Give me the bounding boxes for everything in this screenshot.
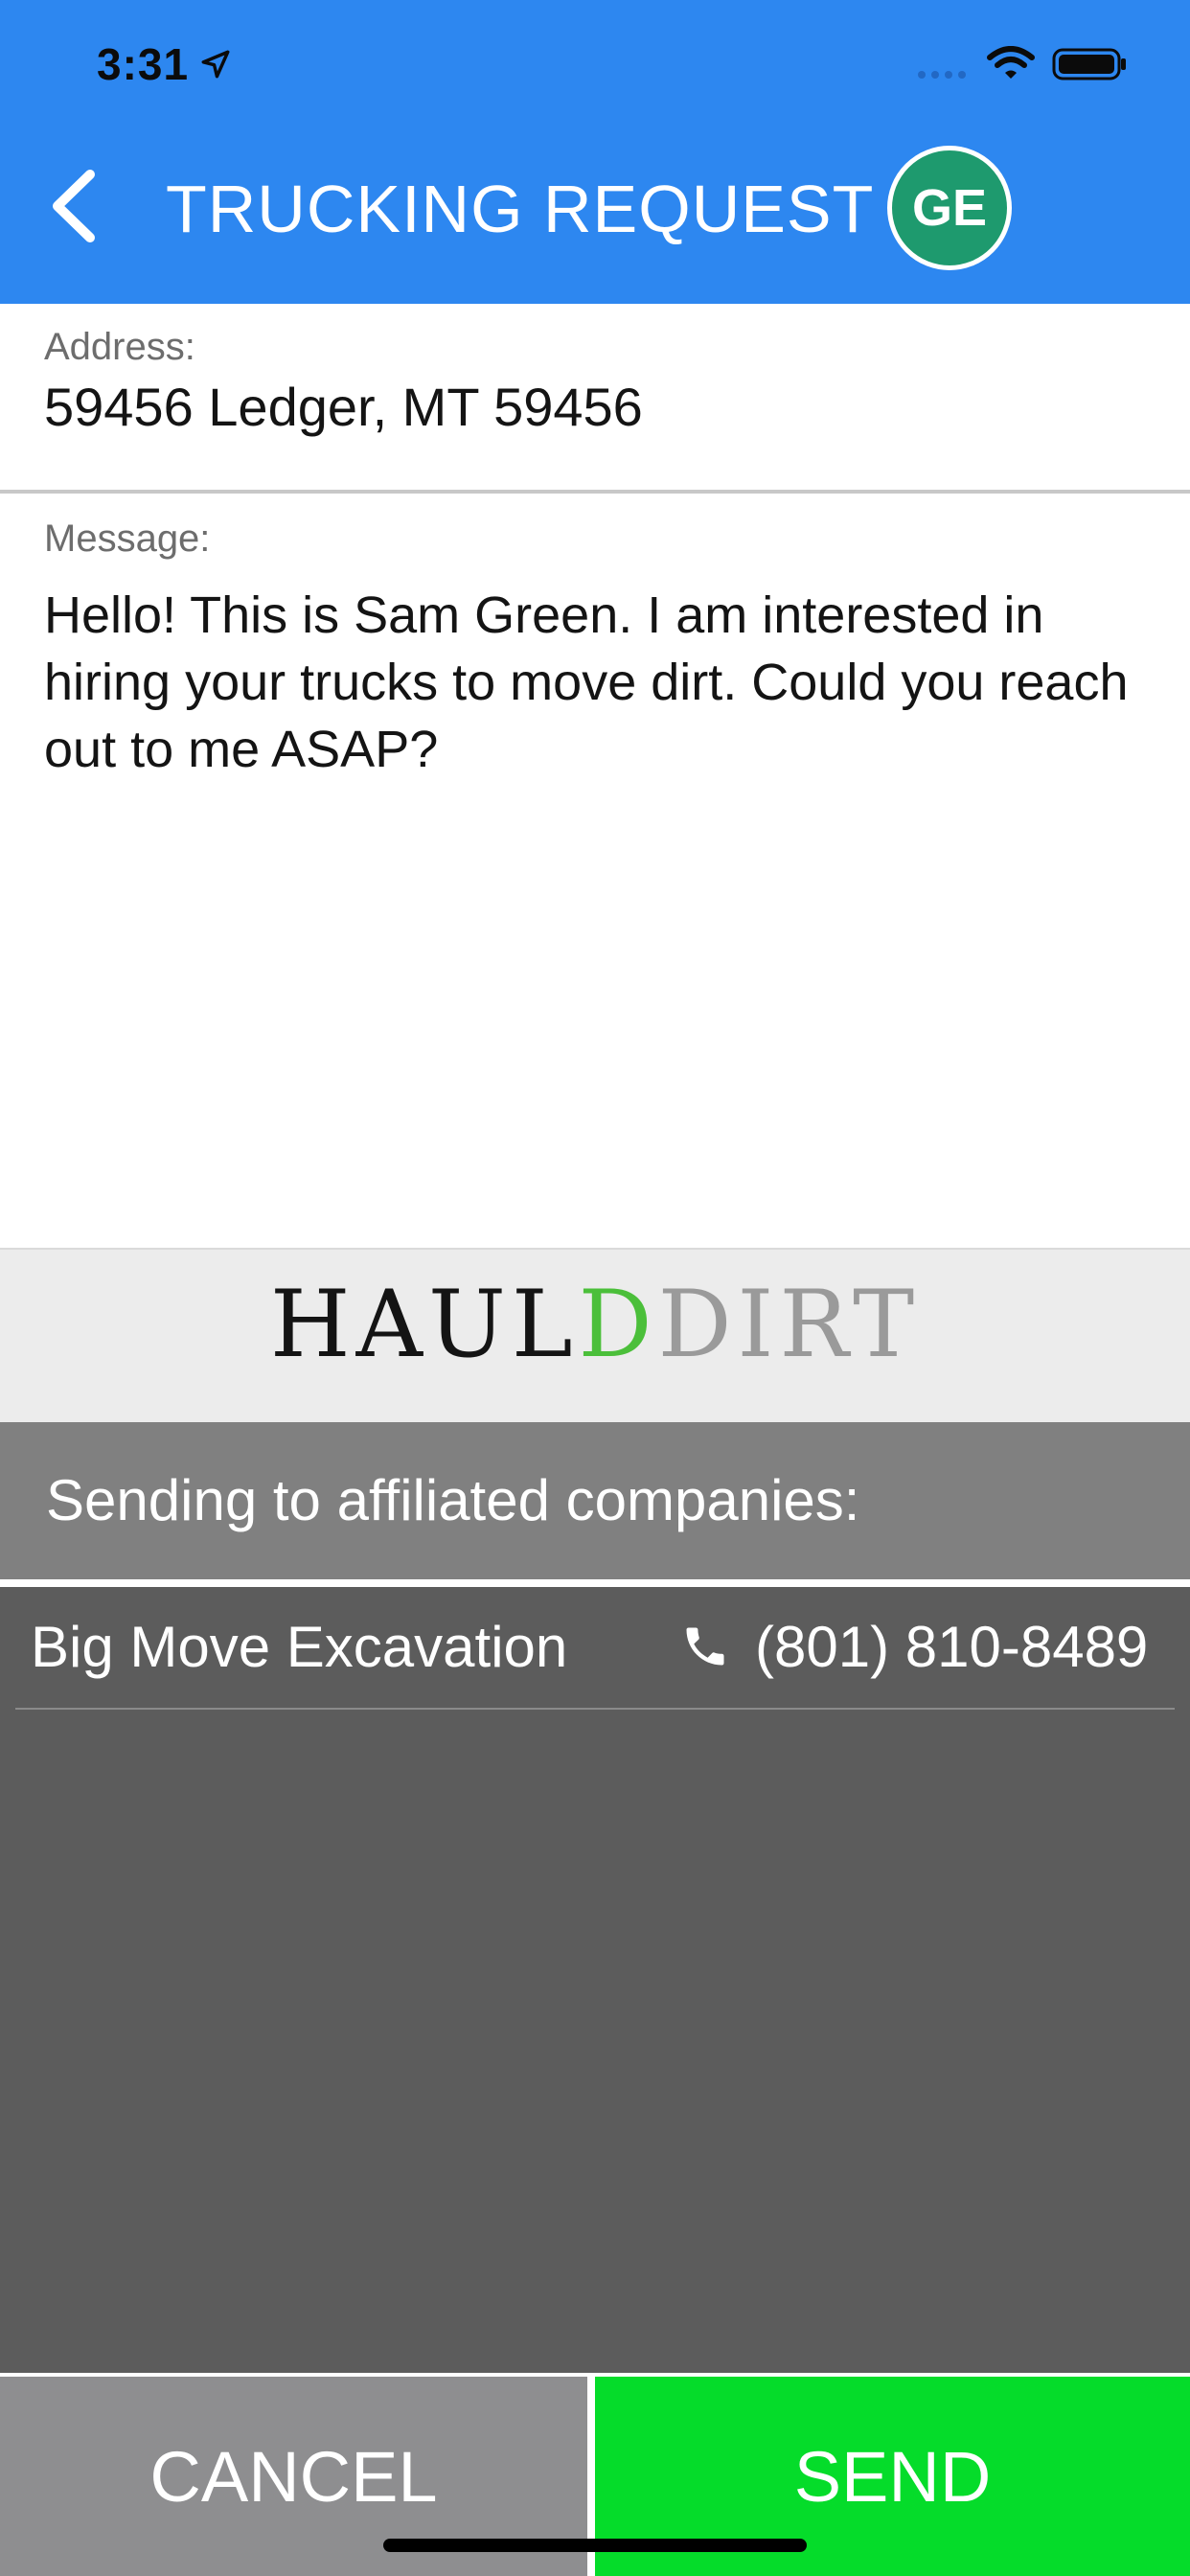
location-arrow-icon [201, 50, 230, 79]
phone-icon[interactable] [680, 1622, 730, 1671]
logo-part-n: D [578, 1271, 658, 1378]
logo-part-dirt: DIRT [657, 1271, 921, 1378]
wifi-icon [987, 46, 1035, 79]
back-chevron-icon[interactable] [44, 165, 102, 247]
page-title: TRUCKING REQUEST [166, 172, 875, 246]
message-value: Hello! This is Sam Green. I am intereste… [44, 586, 1129, 778]
home-indicator [383, 2539, 807, 2552]
section-divider [0, 490, 1190, 494]
status-time: 3:31 [97, 39, 190, 89]
haul-n-dirt-logo: HAULDDIRT [0, 1271, 1190, 1378]
battery-icon [1052, 48, 1126, 80]
signal-icon [918, 71, 966, 79]
company-phone[interactable]: (801) 810-8489 [755, 1614, 1148, 1680]
logo-part-haul: HAUL [269, 1271, 579, 1378]
avatar[interactable]: GE [887, 146, 1012, 270]
address-value: 59456 Ledger, MT 59456 [44, 377, 643, 437]
message-label: Message: [44, 518, 211, 560]
affiliates-heading: Sending to affiliated companies: [46, 1468, 860, 1532]
company-name: Big Move Excavation [31, 1615, 568, 1679]
row-divider [15, 1708, 1175, 1710]
address-label: Address: [44, 326, 195, 368]
